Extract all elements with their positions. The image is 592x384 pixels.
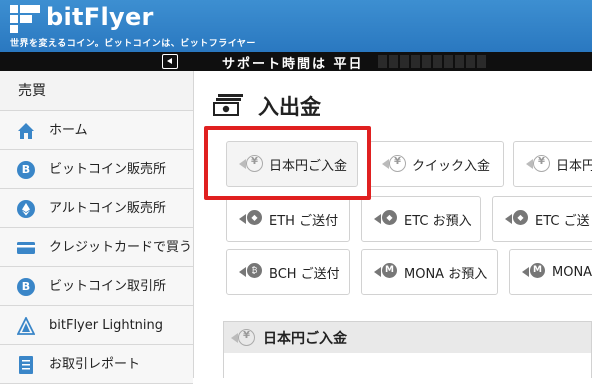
highlight-box	[204, 126, 371, 200]
bch-send-icon	[239, 263, 263, 279]
logo-text[interactable]: bitFlyer	[46, 3, 154, 31]
sidebar-item-label: お取引レポート	[49, 357, 141, 372]
sidebar-item-home[interactable]: ホーム	[0, 111, 193, 150]
sidebar-item-label: ホーム	[49, 123, 88, 138]
button-label: BCH ご送付	[269, 266, 340, 282]
page-title: 入出金	[258, 95, 321, 119]
bitflyer-logo-icon[interactable]	[10, 5, 40, 33]
etc-deposit-button[interactable]: ETC お預入	[361, 196, 481, 242]
money-icon	[213, 94, 243, 116]
mona-send-icon	[522, 263, 546, 279]
mona-deposit-icon	[374, 263, 398, 279]
sidebar-item-bitcoin-shop[interactable]: B ビットコイン販売所	[0, 150, 193, 189]
sidebar-item-label: クレジットカードで買う	[49, 240, 193, 255]
button-label: MONA	[552, 264, 592, 280]
quick-deposit-button[interactable]: クイック入金	[369, 141, 504, 187]
mona-deposit-button[interactable]: MONA お預入	[361, 249, 498, 295]
button-label: クイック入金	[412, 158, 491, 174]
sidebar-item-label: アルトコイン販売所	[49, 201, 166, 216]
collapse-sidebar-button[interactable]	[162, 54, 178, 69]
button-label: ETH ご送付	[269, 213, 339, 229]
button-label: ETC お預入	[404, 213, 472, 229]
button-label: MONA お預入	[404, 266, 488, 282]
notice-text: サポート時間は 平日	[222, 57, 364, 72]
etc-send-icon	[505, 210, 529, 226]
etc-deposit-icon	[374, 210, 398, 226]
sidebar-item-credit-card[interactable]: クレジットカードで買う	[0, 228, 193, 267]
etc-send-button[interactable]: ETC ご送	[492, 196, 592, 242]
yen-withdraw-icon	[526, 155, 550, 172]
ethereum-icon	[17, 200, 35, 218]
report-icon	[19, 356, 33, 374]
panel-title: 日本円ご入金	[263, 330, 347, 347]
site-header: bitFlyer 世界を変えるコイン。ビットコインは、ビットフライヤー	[0, 0, 592, 52]
notice-bar: サポート時間は 平日	[0, 52, 592, 72]
yen-deposit-icon	[231, 328, 255, 346]
sidebar-item-altcoin-shop[interactable]: アルトコイン販売所	[0, 189, 193, 228]
sidebar: 売買 ホーム B ビットコイン販売所 アルトコイン販売所 クレジットカードで買う…	[0, 71, 194, 384]
mona-send-button[interactable]: MONA	[509, 249, 592, 295]
sidebar-item-label: bitFlyer Lightning	[49, 318, 164, 333]
sidebar-item-bitcoin-exchange[interactable]: B ビットコイン取引所	[0, 267, 193, 306]
credit-card-icon	[17, 242, 35, 254]
bitcoin-icon: B	[17, 161, 35, 179]
lightning-icon	[17, 317, 35, 335]
home-icon	[18, 123, 34, 139]
main-content: 入出金 日本円ご入金 クイック入金 日本円 ETH ご送付 ETC お預入 ET…	[195, 71, 592, 378]
button-label: 日本円	[556, 158, 592, 174]
yen-deposit-panel: 日本円ご入金	[223, 321, 592, 378]
notice-text-cutoff	[378, 55, 486, 68]
sidebar-item-label: ビットコイン取引所	[49, 279, 167, 294]
tagline: 世界を変えるコイン。ビットコインは、ビットフライヤー	[10, 39, 256, 49]
quick-deposit-icon	[382, 155, 406, 172]
sidebar-item-lightning[interactable]: bitFlyer Lightning	[0, 306, 193, 345]
sidebar-item-report[interactable]: お取引レポート	[0, 345, 193, 384]
eth-send-icon	[239, 210, 263, 226]
yen-withdraw-button[interactable]: 日本円	[513, 141, 592, 187]
sidebar-item-label: ビットコイン販売所	[49, 162, 167, 177]
sidebar-heading: 売買	[0, 71, 193, 111]
eth-send-button[interactable]: ETH ご送付	[226, 196, 350, 242]
panel-header: 日本円ご入金	[224, 322, 591, 353]
bitcoin-icon: B	[17, 278, 35, 296]
bch-send-button[interactable]: BCH ご送付	[226, 249, 350, 295]
button-label: ETC ご送	[535, 213, 590, 229]
